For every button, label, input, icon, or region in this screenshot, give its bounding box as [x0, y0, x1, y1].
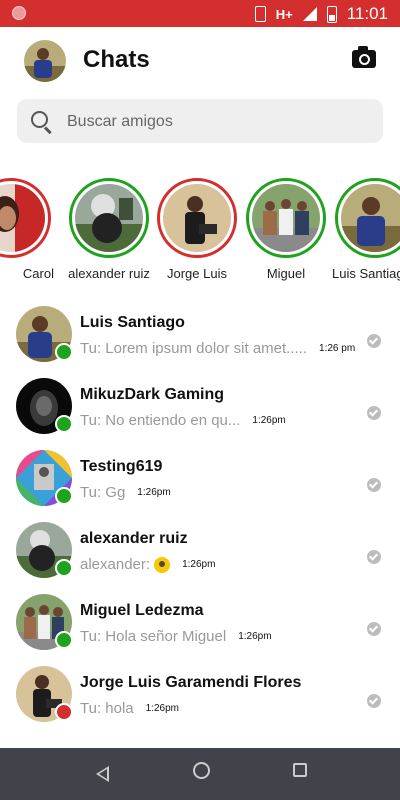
chat-time: 1:26pm	[137, 487, 171, 498]
story-name: Jorge Luis	[167, 266, 227, 281]
emoji-icon	[154, 556, 171, 573]
read-check-icon	[367, 406, 381, 420]
chat-preview: Tu: No entiendo en qu...	[80, 412, 241, 429]
chat-preview: alexander:	[80, 556, 151, 573]
story-name: Carol	[22, 266, 54, 281]
stories-row: Carol alexander ruiz Jorge Luis Miguel L…	[0, 178, 400, 290]
story-avatar	[75, 184, 143, 252]
chat-preview-line: Tu: hola 1:26pm	[80, 700, 179, 717]
story-avatar	[252, 184, 320, 252]
page-title: Chats	[83, 46, 150, 73]
home-icon[interactable]	[193, 762, 210, 779]
offline-indicator	[55, 703, 73, 721]
online-indicator	[55, 631, 73, 649]
chat-name: Testing619	[80, 458, 163, 475]
story-ring	[69, 178, 149, 258]
story-ring	[335, 178, 400, 258]
chat-preview: Tu: Gg	[80, 484, 126, 501]
story-name: Luis Santiago	[332, 266, 400, 281]
chat-preview-line: alexander: 1:26pm	[80, 556, 215, 573]
chat-time: 1:26pm	[252, 415, 286, 426]
story-item[interactable]: Jorge Luis	[154, 178, 240, 281]
story-item[interactable]: Carol	[0, 178, 54, 281]
network-type: H+	[275, 6, 293, 22]
story-item[interactable]: alexander ruiz	[66, 178, 152, 281]
chat-name: Miguel Ledezma	[80, 602, 204, 619]
battery-icon	[326, 5, 337, 23]
status-time: 11:01	[346, 4, 388, 23]
chat-row[interactable]: alexander ruiz alexander: 1:26pm	[0, 522, 400, 594]
search-input[interactable]	[65, 99, 369, 145]
story-item[interactable]: Luis Santiago	[332, 178, 400, 281]
system-nav-bar	[0, 748, 400, 800]
chat-preview-line: Tu: No entiendo en qu... 1:26pm	[80, 412, 286, 429]
recents-icon[interactable]	[293, 763, 307, 777]
chat-preview: Tu: Hola señor Miguel	[80, 628, 227, 645]
profile-photo	[24, 40, 66, 82]
story-ring	[246, 178, 326, 258]
profile-avatar[interactable]	[24, 40, 66, 82]
chat-preview-line: Tu: Lorem ipsum dolor sit amet..... 1:26…	[80, 340, 356, 357]
story-avatar	[163, 184, 231, 252]
chat-name: Luis Santiago	[80, 314, 185, 331]
story-item[interactable]: Miguel	[243, 178, 329, 281]
chat-row[interactable]: Luis Santiago Tu: Lorem ipsum dolor sit …	[0, 306, 400, 378]
chat-preview: Tu: Lorem ipsum dolor sit amet.....	[80, 340, 308, 357]
chat-time: 1:26pm	[238, 631, 272, 642]
chat-row[interactable]: Testing619 Tu: Gg 1:26pm	[0, 450, 400, 522]
vibrate-icon	[254, 6, 266, 22]
chat-time: 1:26pm	[145, 703, 180, 714]
search-icon	[31, 111, 48, 128]
online-indicator	[55, 415, 73, 433]
back-icon[interactable]	[96, 766, 109, 782]
story-avatar	[341, 184, 400, 252]
story-avatar	[0, 184, 45, 252]
online-indicator	[55, 487, 73, 505]
story-name: alexander ruiz	[68, 266, 150, 281]
chat-preview: Tu: hola	[80, 700, 134, 717]
story-ring	[157, 178, 237, 258]
story-name: Miguel	[266, 266, 306, 281]
status-bar: H+ 11:01	[0, 0, 400, 27]
story-ring	[0, 178, 51, 258]
read-check-icon	[367, 694, 381, 708]
read-check-icon	[367, 334, 381, 348]
camera-icon[interactable]	[352, 46, 376, 68]
read-check-icon	[367, 478, 381, 492]
chat-row[interactable]: Jorge Luis Garamendi Flores Tu: hola 1:2…	[0, 666, 400, 738]
online-indicator	[55, 559, 73, 577]
search-bar[interactable]	[17, 99, 383, 145]
chat-name: Jorge Luis Garamendi Flores	[80, 674, 302, 691]
app-header: Chats	[0, 27, 400, 95]
chat-time: 1:26 pm	[319, 343, 356, 354]
chat-row[interactable]: MikuzDark Gaming Tu: No entiendo en qu..…	[0, 378, 400, 450]
read-check-icon	[367, 622, 381, 636]
chat-time: 1:26pm	[182, 559, 216, 570]
signal-icon	[302, 7, 317, 21]
chat-row[interactable]: Miguel Ledezma Tu: Hola señor Miguel 1:2…	[0, 594, 400, 666]
notification-icon	[12, 6, 26, 20]
chat-preview-line: Tu: Hola señor Miguel 1:26pm	[80, 628, 272, 645]
online-indicator	[55, 343, 73, 361]
status-icons: H+ 11:01	[254, 4, 388, 24]
chat-name: alexander ruiz	[80, 530, 188, 547]
chat-preview-line: Tu: Gg 1:26pm	[80, 484, 171, 501]
chat-name: MikuzDark Gaming	[80, 386, 225, 403]
read-check-icon	[367, 550, 381, 564]
